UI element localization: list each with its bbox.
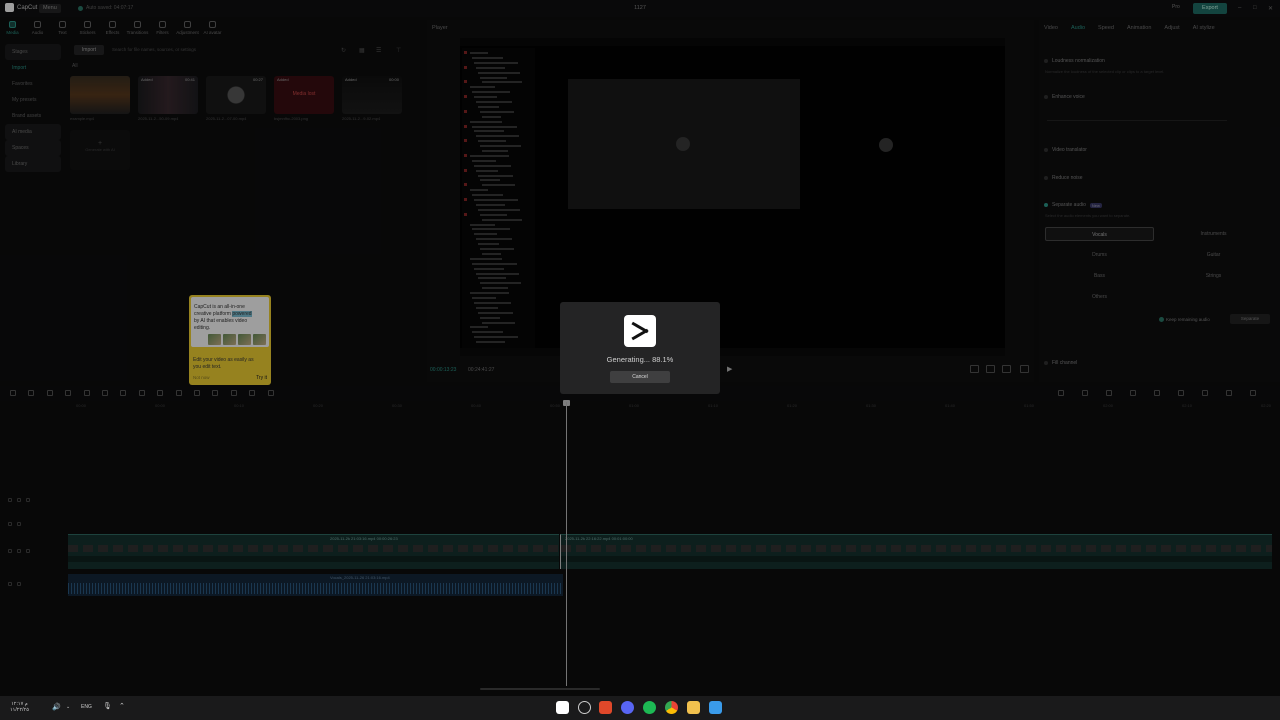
windows-start-icon[interactable]	[709, 701, 722, 714]
chatgpt-icon[interactable]	[578, 701, 591, 714]
capcut-taskbar-icon[interactable]	[556, 701, 569, 714]
capcut-logo-icon	[624, 315, 656, 347]
generating-status: Generating... 88.1%	[606, 355, 674, 364]
chrome-icon[interactable]	[665, 701, 678, 714]
clock[interactable]: م ١٢:١٧ ١١/٢٢/٢٥	[10, 701, 29, 713]
chevron-up-icon[interactable]: ⌃	[119, 702, 125, 710]
volume-icon[interactable]: 🔊	[52, 703, 61, 711]
cancel-button[interactable]: Cancel	[610, 371, 670, 383]
taskbar: م ١٢:١٧ ١١/٢٢/٢٥ 🔊 ⌄ ENG 🎙 ⌃	[0, 696, 1280, 720]
brave-icon[interactable]	[599, 701, 612, 714]
generating-dialog: Generating... 88.1% Cancel	[560, 302, 720, 394]
discord-icon[interactable]	[621, 701, 634, 714]
timeline-scrollbar[interactable]	[480, 688, 600, 690]
microphone-icon[interactable]: 🎙	[103, 702, 112, 710]
file-explorer-icon[interactable]	[687, 701, 700, 714]
clock-date: ١١/٢٢/٢٥	[10, 707, 29, 713]
chevron-down-icon[interactable]: ⌄	[66, 704, 70, 710]
spotify-icon[interactable]	[643, 701, 656, 714]
language-indicator[interactable]: ENG	[81, 704, 92, 710]
capcut-window: CapCut Menu Auto saved: 04:07:17 1127 Pr…	[0, 0, 1280, 696]
